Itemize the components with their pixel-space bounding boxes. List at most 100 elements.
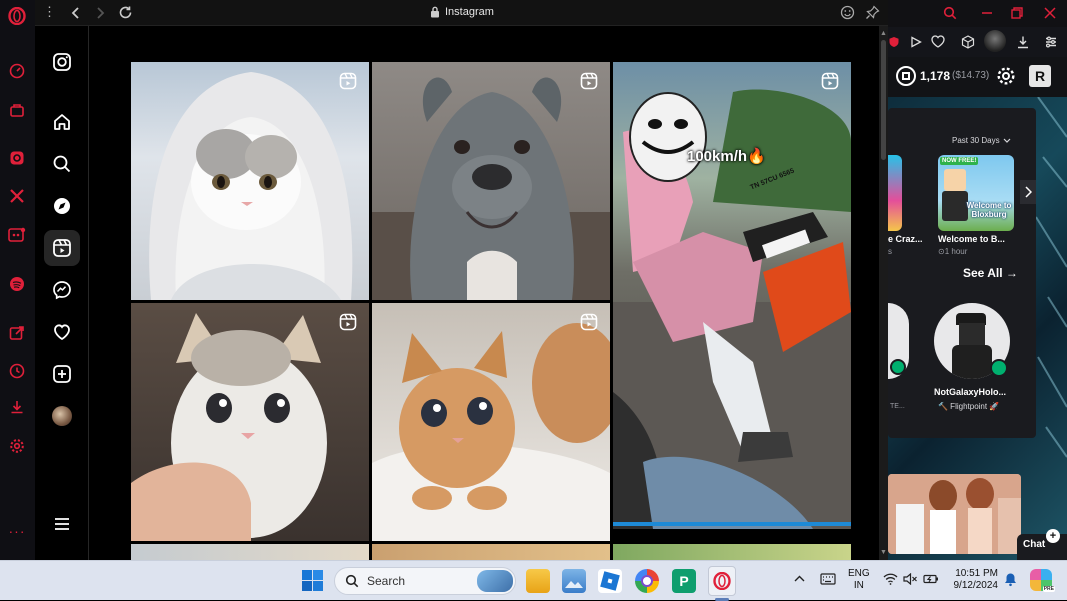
reload-icon[interactable] [118, 5, 133, 20]
notifications-heart-icon[interactable] [48, 318, 76, 346]
reel-kitten-fluffy[interactable] [131, 303, 369, 541]
home-icon[interactable] [48, 108, 76, 136]
character-body [942, 191, 968, 221]
reel-icon [821, 72, 839, 90]
x-twitter-icon[interactable] [7, 186, 27, 206]
reel-next-row-3[interactable] [613, 544, 851, 560]
reel-next-row-2[interactable] [372, 544, 610, 560]
robux-icon[interactable] [896, 66, 916, 86]
restore-icon[interactable] [1010, 6, 1024, 20]
chat-label: Chat [1023, 539, 1046, 550]
instagram-logo-icon[interactable] [48, 48, 76, 76]
copilot-icon[interactable]: PRE [1030, 569, 1055, 592]
in-game-badge [990, 359, 1008, 377]
friend-game-status[interactable]: 🔨 Flightpoint 🚀 [938, 402, 999, 411]
friend-name[interactable]: NotGalaxyHolo... [934, 387, 1026, 397]
search-icon[interactable] [943, 6, 957, 20]
game-sub-left: s [888, 247, 892, 256]
reel-cat-hoodie[interactable] [131, 62, 369, 300]
settings-gear-icon[interactable] [996, 66, 1016, 86]
chrome-canary-icon[interactable] [635, 569, 659, 593]
hamburger-menu-icon[interactable] [48, 510, 76, 538]
bloxburg-art-text: Welcome to Bloxburg [966, 201, 1012, 219]
kitten-orange-image [372, 323, 610, 541]
game-thumbnail-bloxburg[interactable]: NOW FREE! Welcome to Bloxburg [938, 155, 1014, 231]
easy-setup-icon[interactable] [1044, 35, 1058, 49]
friend-left-status: TE... [890, 403, 905, 410]
aria-icon[interactable] [7, 225, 27, 245]
chevron-right-icon [1025, 186, 1032, 198]
history-icon[interactable] [7, 361, 27, 381]
emoji-smile-icon[interactable] [840, 5, 855, 20]
search-icon [345, 574, 359, 588]
player-icon[interactable] [910, 36, 922, 48]
spotify-icon[interactable] [7, 274, 27, 294]
roblox-app-icon[interactable] [598, 569, 622, 593]
robux-amount[interactable]: 1,178 [920, 69, 950, 83]
reel-motorbike[interactable]: 100km/h🔥 TN 57CU 6565 [613, 62, 851, 529]
profile-avatar[interactable] [48, 402, 76, 430]
roblox-content-card: Past 30 Days e Craz... s NOW FREE! Welco… [888, 108, 1036, 438]
search-icon[interactable] [48, 150, 76, 178]
notification-bell-icon[interactable] [1004, 572, 1017, 587]
explore-compass-icon[interactable] [48, 192, 76, 220]
forward-arrow-icon[interactable] [93, 6, 107, 20]
reels-icon[interactable] [44, 230, 80, 266]
taskbar-search-box[interactable]: Search [334, 567, 516, 595]
battery-charging-icon[interactable] [923, 573, 939, 585]
video-caption: 100km/h🔥 [687, 148, 766, 165]
page-scrollbar[interactable]: ▲ ▼ [879, 26, 888, 560]
chat-add-icon[interactable]: + [1046, 529, 1060, 543]
lang-line2: IN [853, 580, 864, 591]
clock[interactable]: 10:51 PM 9/12/2024 [948, 568, 999, 592]
workspaces-icon[interactable] [7, 100, 27, 120]
see-all-link[interactable]: See All → [963, 266, 1018, 280]
roblox-promo-thumbnail[interactable] [888, 474, 1021, 554]
back-arrow-icon[interactable] [69, 6, 83, 20]
speed-dial-icon[interactable] [7, 61, 27, 81]
reel-pitbull[interactable] [372, 62, 610, 300]
clock-date: 9/12/2024 [953, 580, 999, 591]
reel-next-row-1[interactable] [131, 544, 369, 560]
game-thumbnail-left[interactable] [888, 155, 902, 231]
my-flow-icon[interactable] [7, 323, 27, 343]
language-indicator[interactable]: ENG IN [848, 568, 870, 592]
wifi-icon[interactable] [883, 573, 898, 585]
profile-avatar[interactable] [984, 30, 1006, 52]
game-title-left[interactable]: e Craz... [888, 234, 923, 244]
game-title-bloxburg[interactable]: Welcome to B... [938, 234, 1005, 244]
windows-start-icon[interactable] [302, 570, 323, 591]
vpn-shield-icon[interactable] [888, 36, 900, 48]
windows-taskbar: Search P ENG IN 10:51 PM 9/12/2024 PRE [0, 560, 1067, 601]
carousel-next-button[interactable] [1020, 180, 1036, 204]
address-field[interactable]: Instagram [430, 6, 494, 18]
opera-taskbar-icon[interactable] [708, 566, 736, 596]
more-options-icon[interactable]: ··· [7, 521, 27, 541]
close-icon[interactable] [1043, 6, 1057, 20]
instagram-sidebar-icon[interactable] [7, 148, 27, 168]
photos-icon[interactable] [562, 569, 586, 593]
roblox-extension-icon[interactable]: R [1029, 65, 1051, 87]
roblox-header: 1,178 ($14.73) R [888, 57, 1067, 97]
opera-logo-icon[interactable] [7, 6, 27, 26]
volume-muted-icon[interactable] [903, 573, 918, 585]
keyboard-icon[interactable] [820, 573, 836, 585]
search-placeholder: Search [367, 574, 406, 588]
settings-gear-icon[interactable] [7, 436, 27, 456]
reel-icon [339, 313, 357, 331]
reel-kitten-orange[interactable] [372, 303, 610, 541]
heart-icon[interactable] [931, 35, 945, 48]
file-explorer-icon[interactable] [526, 569, 550, 593]
minimize-icon[interactable] [980, 6, 994, 20]
pycharm-icon[interactable]: P [672, 569, 696, 593]
download-icon[interactable] [1016, 35, 1030, 49]
downloads-icon[interactable] [7, 397, 27, 417]
menu-dots-icon[interactable]: ⋮ [43, 5, 56, 19]
pin-icon[interactable] [865, 5, 880, 20]
extensions-cube-icon[interactable] [961, 35, 975, 49]
create-plus-icon[interactable] [48, 360, 76, 388]
show-hidden-icons-chevron[interactable] [794, 575, 805, 583]
messenger-icon[interactable] [48, 276, 76, 304]
time-filter-dropdown[interactable]: Past 30 Days [952, 136, 1011, 145]
pitbull-image [372, 77, 610, 300]
